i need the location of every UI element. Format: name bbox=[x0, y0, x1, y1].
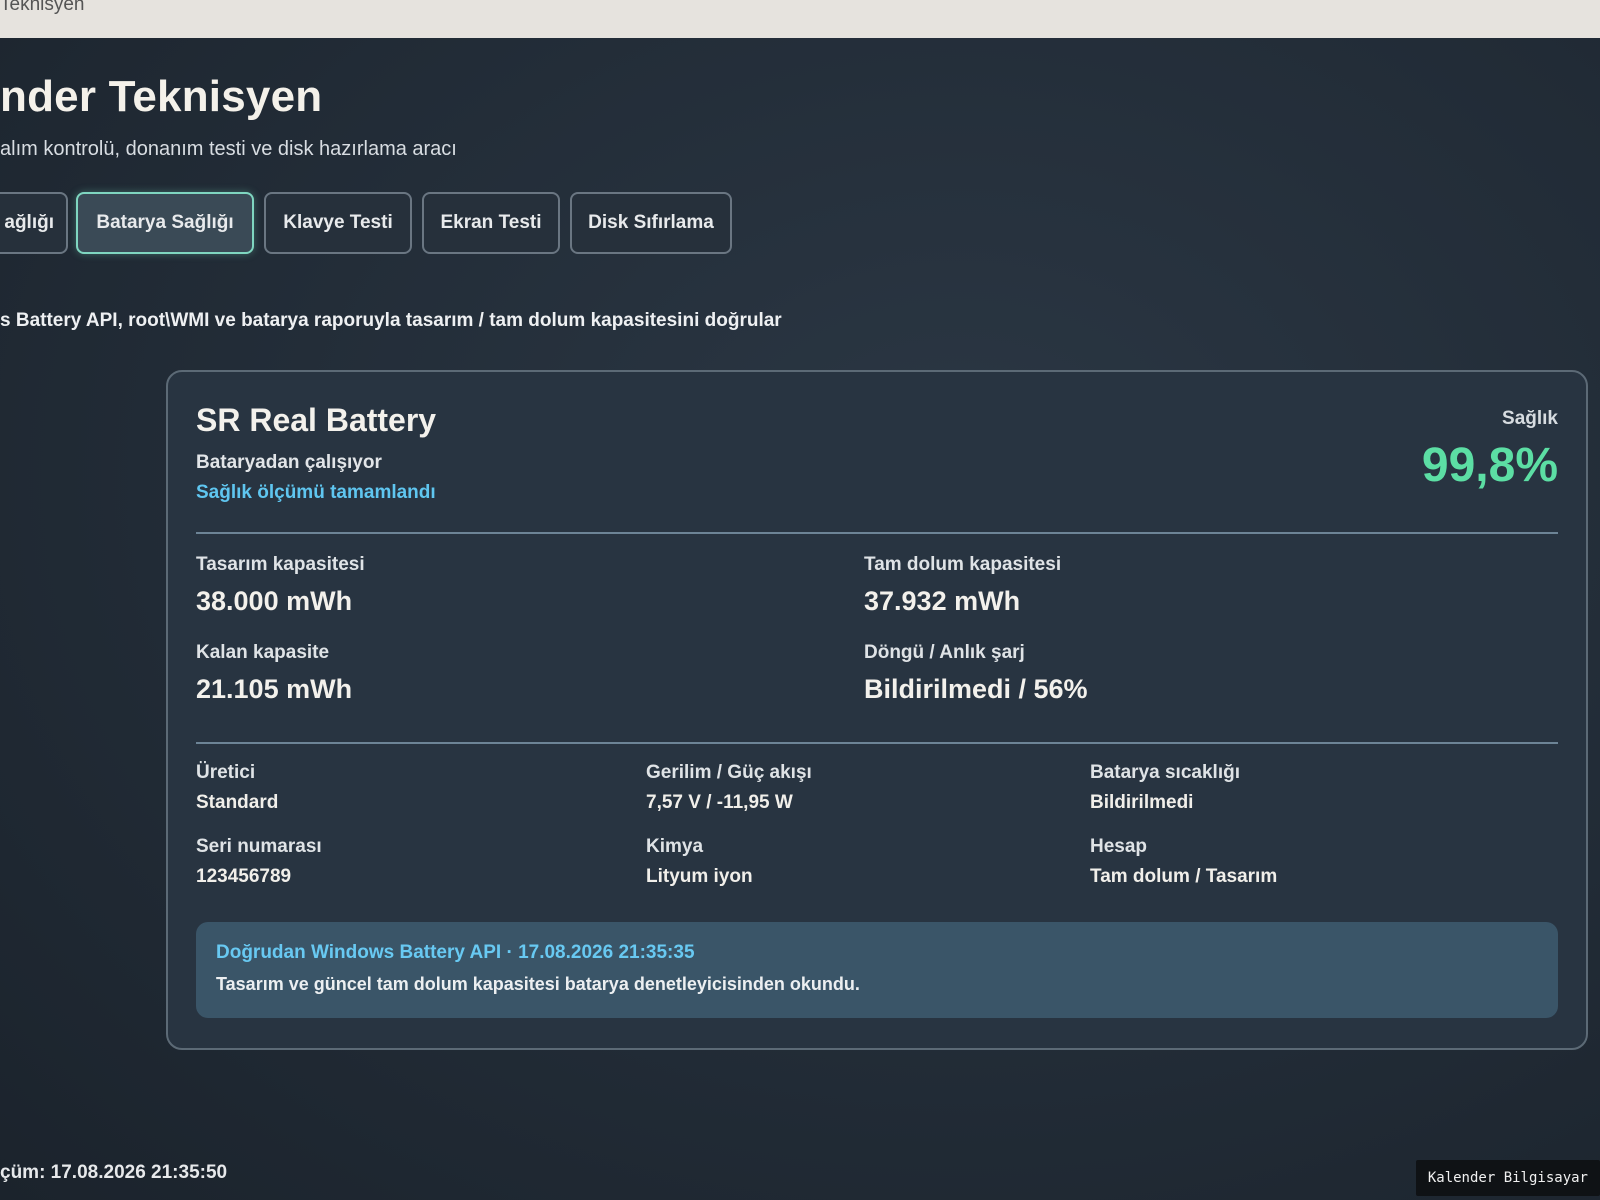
health-value: 99,8% bbox=[1421, 439, 1558, 492]
source-info-title: Doğrudan Windows Battery API · 17.08.202… bbox=[216, 942, 695, 963]
serial-label: Seri numarası bbox=[196, 836, 322, 857]
remaining-capacity-label: Kalan kapasite bbox=[196, 642, 330, 663]
manufacturer-label: Üretici bbox=[196, 762, 256, 783]
battery-temperature-value: Bildirilmedi bbox=[1090, 792, 1194, 813]
voltage-power-label: Gerilim / Güç akışı bbox=[646, 762, 812, 783]
last-measurement-time: çüm: 17.08.2026 21:35:50 bbox=[0, 1162, 228, 1183]
tab-battery-health-partial[interactable]: ağlığı bbox=[0, 192, 68, 254]
battery-name: SR Real Battery bbox=[196, 402, 437, 438]
calculation-label: Hesap bbox=[1090, 836, 1148, 857]
tab-keyboard-test[interactable]: Klavye Testi bbox=[264, 192, 412, 254]
window-title: Teknisyen bbox=[0, 0, 85, 15]
manufacturer-value: Standard bbox=[196, 792, 279, 813]
serial-value: 123456789 bbox=[196, 866, 292, 887]
cycle-charge-label: Döngü / Anlık şarj bbox=[864, 642, 1025, 663]
app-subtitle: alım kontrolü, donanım testi ve disk haz… bbox=[0, 138, 457, 160]
full-capacity-value: 37.932 mWh bbox=[864, 586, 1021, 616]
app-title: nder Teknisyen bbox=[0, 72, 323, 121]
calculation-value: Tam dolum / Tasarım bbox=[1090, 866, 1278, 887]
watermark: Kalender Bilgisayar bbox=[1415, 1160, 1600, 1196]
source-info-box: Doğrudan Windows Battery API · 17.08.202… bbox=[196, 922, 1558, 1018]
tab-screen-test[interactable]: Ekran Testi bbox=[422, 192, 560, 254]
battery-temperature-label: Batarya sıcaklığı bbox=[1090, 762, 1240, 783]
design-capacity-label: Tasarım kapasitesi bbox=[196, 554, 365, 575]
tab-battery-health[interactable]: Batarya Sağlığı bbox=[76, 192, 254, 254]
battery-card: SR Real Battery Bataryadan çalışıyor Sağ… bbox=[166, 370, 1588, 1050]
voltage-power-value: 7,57 V / -11,95 W bbox=[646, 792, 793, 813]
health-label: Sağlık bbox=[1502, 408, 1558, 429]
window-titlebar: Teknisyen bbox=[0, 0, 1600, 38]
screen: Teknisyen nder Teknisyen alım kontrolü, … bbox=[0, 0, 1600, 1200]
chemistry-value: Lityum iyon bbox=[646, 866, 753, 887]
source-info-text: Tasarım ve güncel tam dolum kapasitesi b… bbox=[216, 974, 860, 994]
divider bbox=[196, 742, 1558, 744]
measurement-status: Sağlık ölçümü tamamlandı bbox=[196, 482, 436, 503]
full-capacity-label: Tam dolum kapasitesi bbox=[864, 554, 1062, 575]
tab-disk-reset[interactable]: Disk Sıfırlama bbox=[570, 192, 732, 254]
tab-bar: ağlığı Batarya Sağlığı Klavye Testi Ekra… bbox=[0, 192, 760, 258]
page-description: s Battery API, root\WMI ve batarya rapor… bbox=[0, 310, 782, 331]
cycle-charge-value: Bildirilmedi / 56% bbox=[864, 674, 1088, 704]
chemistry-label: Kimya bbox=[646, 836, 704, 857]
design-capacity-value: 38.000 mWh bbox=[196, 586, 353, 616]
remaining-capacity-value: 21.105 mWh bbox=[196, 674, 353, 704]
battery-power-status: Bataryadan çalışıyor bbox=[196, 452, 382, 473]
divider bbox=[196, 532, 1558, 534]
